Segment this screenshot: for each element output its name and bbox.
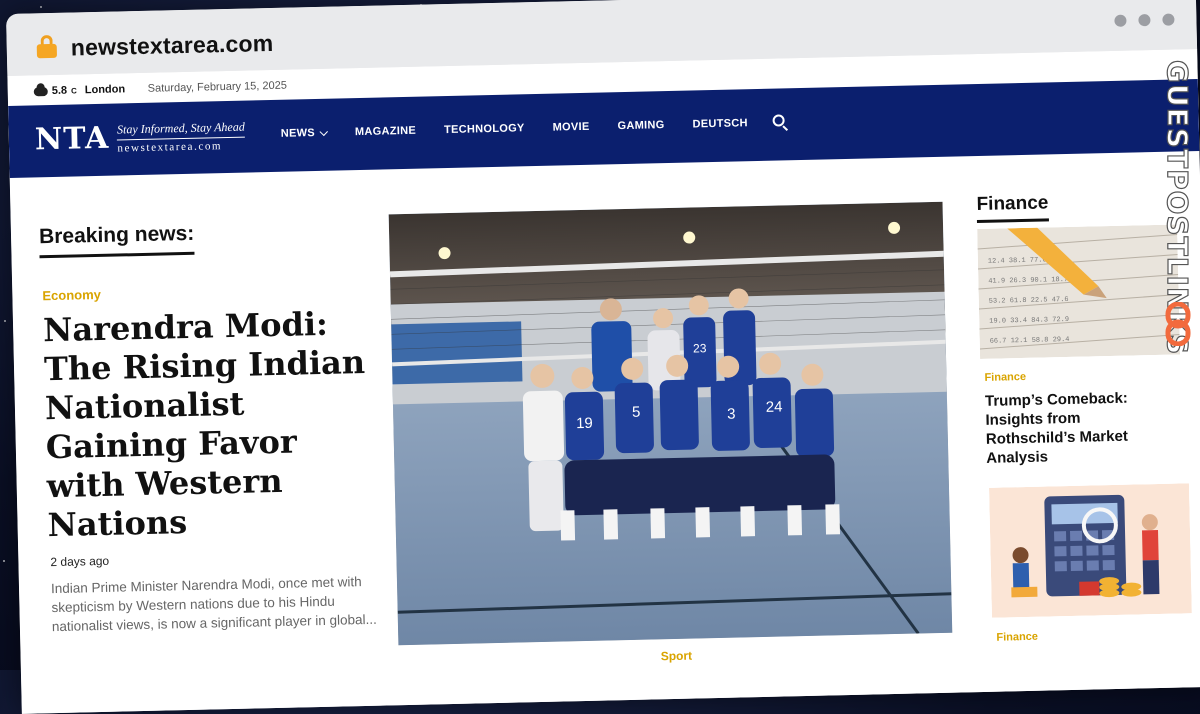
finance-article-category[interactable]: Finance xyxy=(996,631,1038,644)
jersey-number: 24 xyxy=(766,398,783,415)
jersey-number: 3 xyxy=(727,406,736,423)
nav-deutsch[interactable]: DEUTSCH xyxy=(692,117,748,130)
nav-technology[interactable]: TECHNOLOGY xyxy=(444,122,525,136)
jersey-number: 19 xyxy=(576,415,593,432)
hero-category[interactable]: Sport xyxy=(661,649,693,664)
finance-article-category[interactable]: Finance xyxy=(984,371,1026,384)
address-bar[interactable]: newstextarea.com xyxy=(70,30,273,62)
breaking-headline[interactable]: Narendra Modi: The Rising Indian Nationa… xyxy=(43,304,378,545)
jersey-number: 23 xyxy=(693,341,707,355)
nav-gaming[interactable]: GAMING xyxy=(617,119,664,132)
weather-unit: C xyxy=(70,85,77,96)
article-excerpt: Indian Prime Minister Narendra Modi, onc… xyxy=(50,574,377,635)
main-nav: NEWS MAGAZINE TECHNOLOGY MOVIE GAMING DE… xyxy=(281,117,748,140)
finance-article-title[interactable]: Trump’s Comeback: Insights from Rothschi… xyxy=(985,388,1167,468)
search-icon[interactable] xyxy=(772,114,785,127)
hero-image[interactable]: 23 19 5 3 24 xyxy=(388,201,953,646)
browser-window: newstextarea.com 5.8 C London Saturday, F… xyxy=(6,0,1200,714)
article-time: 2 days ago xyxy=(50,553,110,570)
finance-heading: Finance xyxy=(976,192,1049,224)
article-category[interactable]: Economy xyxy=(42,287,101,303)
site-logo[interactable]: NTA Stay Informed, Stay Ahead newstextar… xyxy=(34,118,246,158)
chevron-down-icon xyxy=(319,127,329,136)
window-dot-icon[interactable] xyxy=(1138,14,1151,27)
nav-news[interactable]: NEWS xyxy=(281,127,329,140)
volleyball-team-photo: 23 19 5 3 24 xyxy=(388,201,953,646)
web-page: 5.8 C London Saturday, February 15, 2025 … xyxy=(7,48,1200,714)
logo-mark: NTA xyxy=(34,120,110,158)
window-dot-icon[interactable] xyxy=(1162,13,1175,26)
lock-icon xyxy=(36,34,58,59)
weather-widget: 5.8 C London xyxy=(33,83,126,97)
breaking-news-heading: Breaking news: xyxy=(38,221,195,259)
chain-link-icon xyxy=(1165,302,1191,346)
jersey-number: 5 xyxy=(632,404,641,421)
window-dot-icon[interactable] xyxy=(1114,14,1127,27)
finance-illustration xyxy=(989,483,1192,618)
current-date: Saturday, February 15, 2025 xyxy=(147,79,288,95)
window-controls xyxy=(1114,13,1175,27)
nav-magazine[interactable]: MAGAZINE xyxy=(355,125,416,138)
weather-city: London xyxy=(84,83,126,97)
nav-movie[interactable]: MOVIE xyxy=(552,121,589,134)
cloud-icon xyxy=(33,86,48,96)
logo-domain: newstextarea.com xyxy=(117,139,223,155)
weather-temp: 5.8 xyxy=(51,84,68,97)
finance-thumbnail[interactable] xyxy=(989,483,1192,618)
